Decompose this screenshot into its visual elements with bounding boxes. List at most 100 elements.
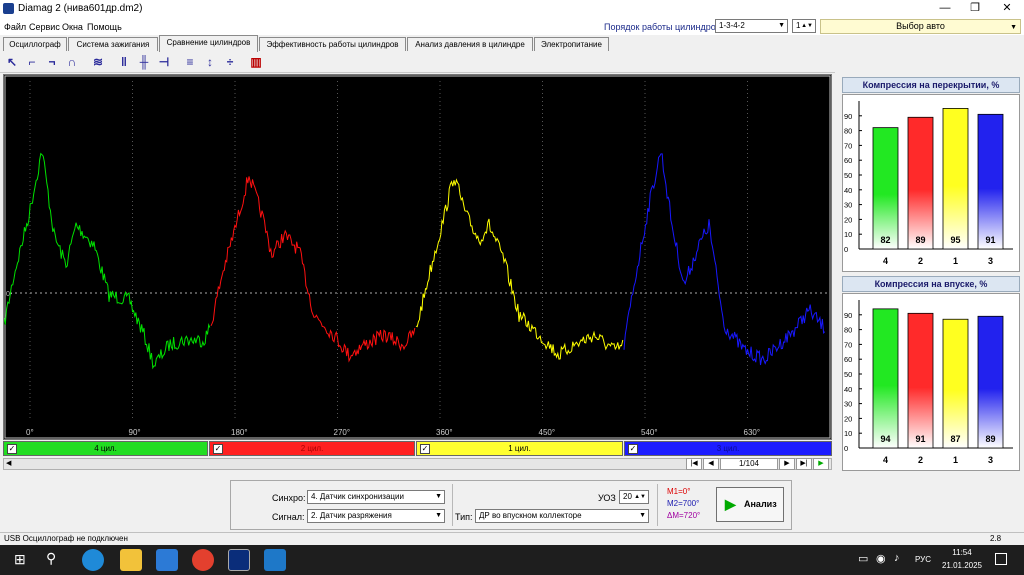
cylinder-spin[interactable]: 1 ▲▼ (792, 19, 816, 33)
x-tick-label: 540° (641, 428, 658, 437)
signal-pulse-icon[interactable]: ∩ (64, 55, 80, 71)
title-bar: Diamag 2 (нива601др.dm2) — ❐ ✕ (0, 0, 1024, 18)
bar-category-label: 3 (988, 256, 993, 266)
notifications-icon[interactable] (995, 553, 1007, 565)
checkbox[interactable]: ✓ (628, 444, 638, 454)
intake-compression-title: Компрессия на впуске, % (842, 276, 1020, 292)
close-button[interactable]: ✕ (992, 0, 1022, 18)
bar-value-label: 82 (880, 235, 890, 245)
cylinder-bar-1[interactable]: ✓ 1 цил. (416, 441, 623, 456)
y-tick-label: 40 (844, 385, 852, 394)
windows-start-icon[interactable]: ⊞ (14, 551, 30, 567)
diamag-app-icon[interactable] (228, 549, 250, 571)
tab-power-supply[interactable]: Электропитание (534, 37, 609, 51)
y-tick-label: 20 (844, 215, 852, 224)
battery-icon[interactable]: ▭ (858, 552, 868, 565)
sync-select[interactable]: 4. Датчик синхронизации ▼ (307, 490, 445, 504)
play-button[interactable]: ▶ (813, 458, 829, 470)
y-tick-label: 70 (844, 141, 852, 150)
bar-category-label: 2 (918, 256, 923, 266)
signal-rise-icon[interactable]: ⌐ (24, 55, 40, 71)
menu-file[interactable]: Файл (4, 22, 26, 32)
y-tick-label: 50 (844, 370, 852, 379)
checkbox[interactable]: ✓ (213, 444, 223, 454)
y-tick-label: 50 (844, 171, 852, 180)
status-version: 2.8 (990, 534, 1002, 543)
cursor-icon[interactable]: ↖ (4, 55, 20, 71)
photos-icon[interactable] (264, 549, 286, 571)
edge-icon[interactable] (82, 549, 104, 571)
scale-icon[interactable]: ↕ (202, 55, 218, 71)
nav-last-button[interactable]: ▶| (796, 458, 812, 470)
nav-first-button[interactable]: |◀ (686, 458, 702, 470)
compress-icon[interactable]: ≋ (90, 55, 106, 71)
bar-cylinder-2 (907, 312, 934, 449)
bar-value-label: 94 (880, 434, 890, 444)
spin-arrows-icon: ▲▼ (801, 23, 813, 29)
x-tick-label: 90° (129, 428, 141, 437)
marker-icon[interactable]: ╫ (136, 55, 152, 71)
tab-cylinder-efficiency[interactable]: Эффективность работы цилиндров (259, 37, 406, 51)
y-tick-label: 10 (844, 429, 852, 438)
menu-service[interactable]: Сервис (29, 22, 60, 32)
y-tick-label: 90 (844, 311, 852, 320)
tab-pressure-analysis[interactable]: Анализ давления в цилиндре (407, 37, 533, 51)
y-tick-label: 40 (844, 186, 852, 195)
signal-label: Сигнал: (272, 512, 305, 522)
nav-next-button[interactable]: ▶ (779, 458, 795, 470)
status-text: USB Осциллограф не подключен (4, 534, 128, 543)
x-tick-label: 0° (26, 428, 34, 437)
cylinder-bar-4[interactable]: ✓ 4 цил. (3, 441, 208, 456)
chrome-icon[interactable] (192, 549, 214, 571)
cylinder-label: 3 цил. (716, 444, 740, 453)
waveform-cylinder-4 (623, 153, 826, 366)
overlap-compression-plot: 0 10 20 30 40 50 60 70 80 90 82 4 89 2 95 1 91 3 (844, 101, 1013, 266)
language-indicator[interactable]: РУС (915, 555, 931, 564)
checkbox[interactable]: ✓ (7, 444, 17, 454)
intake-compression-chart: 0 10 20 30 40 50 60 70 80 90 94 4 91 2 87 1 89 3 (842, 293, 1020, 471)
cylinder-order-select[interactable]: 1-3-4-2 ▼ (715, 19, 788, 33)
minimize-button[interactable]: — (930, 0, 960, 18)
oscilloscope-display[interactable]: 0- 0° 90° 180° 270° 360° 450° 540° 630° (3, 74, 832, 440)
uoz-spin[interactable]: 20 ▲▼ (619, 490, 649, 504)
checkbox[interactable]: ✓ (420, 444, 430, 454)
clock-date[interactable]: 21.01.2025 (937, 561, 987, 570)
x-tick-label: 630° (744, 428, 761, 437)
search-icon[interactable]: ⚲ (46, 550, 64, 568)
x-tick-label: 450° (539, 428, 556, 437)
bar-value-label: 91 (985, 235, 995, 245)
analyze-button[interactable]: ▶ Анализ (716, 487, 784, 522)
signal-fall-icon[interactable]: ¬ (44, 55, 60, 71)
edit-icon[interactable]: ⊣ (156, 55, 172, 71)
signal-select[interactable]: 2. Датчик разряжения ▼ (307, 509, 445, 523)
maximize-button[interactable]: ❐ (960, 0, 990, 18)
network-icon[interactable]: ◉ (876, 552, 886, 565)
tab-cylinder-compare[interactable]: Сравнение цилиндров (159, 35, 258, 52)
clock-time[interactable]: 11:54 (947, 548, 977, 557)
cylinder-bar-3[interactable]: ✓ 3 цил. (624, 441, 832, 456)
cursors-icon[interactable]: ‖ (116, 55, 132, 71)
report-icon[interactable]: ▥ (248, 55, 264, 71)
chevron-down-icon: ▼ (639, 512, 646, 519)
split-icon[interactable]: ÷ (222, 55, 238, 71)
auto-select-dropdown[interactable]: Выбор авто ▼ (820, 19, 1021, 34)
type-select[interactable]: ДР во впускном коллекторе ▼ (475, 509, 649, 523)
cylinder-bar-2[interactable]: ✓ 2 цил. (209, 441, 415, 456)
uoz-label: УОЗ (598, 493, 616, 503)
mail-icon[interactable] (156, 549, 178, 571)
nav-prev-button[interactable]: ◀ (703, 458, 719, 470)
waveform-cylinder-2 (210, 176, 416, 363)
bar-value-label: 89 (985, 434, 995, 444)
tab-label: Система зажигания (76, 40, 150, 49)
scroll-left-icon[interactable]: ◀ (6, 459, 11, 467)
menu-windows[interactable]: Окна (62, 22, 83, 32)
grid-icon[interactable]: ≡ (182, 55, 198, 71)
y-tick-label: 30 (844, 201, 852, 210)
tab-ignition[interactable]: Система зажигания (68, 37, 158, 51)
volume-icon[interactable]: ♪ (894, 552, 900, 564)
tab-oscilloscope[interactable]: Осциллограф (3, 37, 67, 51)
menu-help[interactable]: Помощь (87, 22, 122, 32)
bar-value-label: 87 (950, 434, 960, 444)
folder-icon[interactable] (120, 549, 142, 571)
bar-cylinder-1 (942, 107, 969, 250)
